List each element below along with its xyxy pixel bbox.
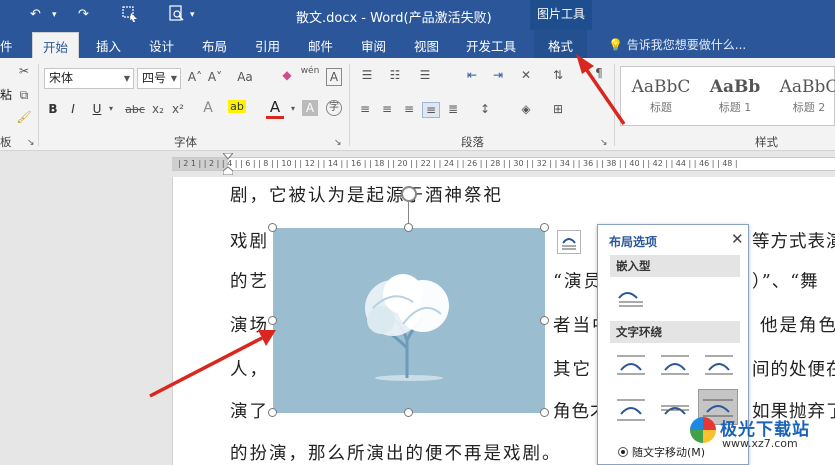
watermark-logo-icon [690,417,716,443]
word-window: ↶ ▾ ↷ ▾ 散文.docx - Word(产品激活失败) 图片工具 件 开始… [0,0,835,465]
watermark-url: www.xz7.com [722,437,798,450]
annotation-arrows [149,54,626,398]
arrow-to-picture [149,330,276,398]
site-watermark: 极光下载站 www.xz7.com [690,415,835,463]
arrow-to-format-tab [576,54,626,125]
